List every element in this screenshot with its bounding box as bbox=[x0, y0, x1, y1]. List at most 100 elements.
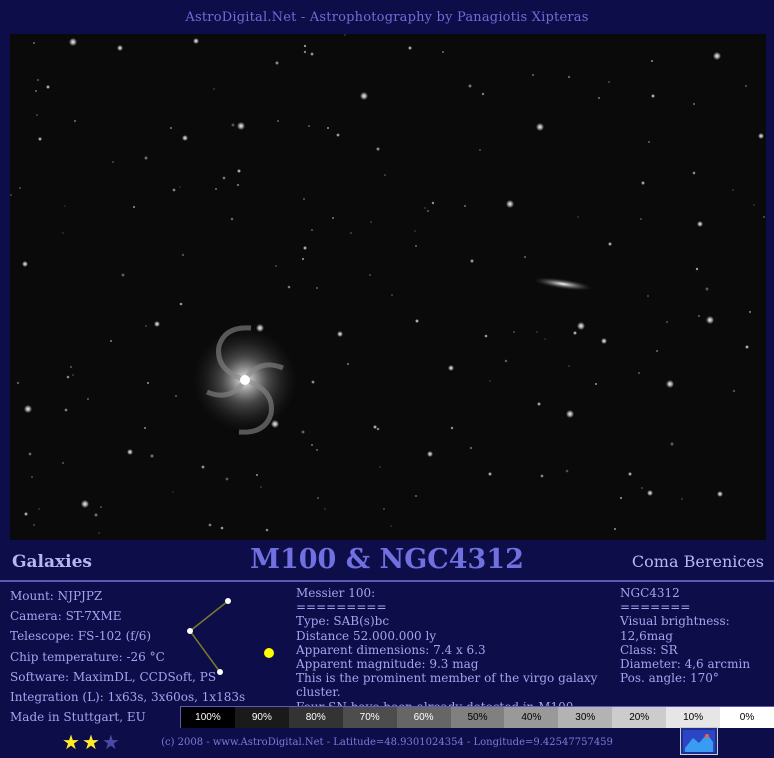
star bbox=[201, 465, 205, 469]
star bbox=[573, 331, 577, 335]
star bbox=[373, 425, 377, 429]
star bbox=[310, 228, 314, 232]
scale-cell: 80% bbox=[288, 707, 343, 728]
star bbox=[568, 365, 570, 367]
star bbox=[748, 310, 752, 314]
star bbox=[36, 114, 38, 116]
star bbox=[308, 125, 310, 127]
star bbox=[16, 381, 20, 385]
star bbox=[10, 194, 12, 196]
star bbox=[608, 242, 612, 246]
ngc-line: NGC4312 bbox=[620, 586, 680, 600]
star bbox=[327, 127, 329, 129]
star bbox=[470, 259, 474, 263]
star bbox=[46, 85, 50, 89]
star bbox=[379, 466, 381, 468]
star bbox=[301, 257, 305, 261]
star bbox=[127, 449, 133, 455]
constellation-star bbox=[217, 669, 223, 675]
astrophoto bbox=[10, 34, 766, 540]
star bbox=[376, 147, 380, 151]
star bbox=[316, 287, 318, 289]
ngc-line: Visual brightness: 12,6mag bbox=[620, 614, 730, 643]
star bbox=[324, 508, 326, 510]
star bbox=[287, 285, 291, 289]
messier-line: ========= bbox=[296, 600, 387, 615]
galaxy-ngc4312 bbox=[533, 277, 593, 291]
star bbox=[693, 103, 695, 105]
star bbox=[647, 490, 653, 496]
messier-line: Distance 52.000.000 ly bbox=[296, 628, 437, 643]
star bbox=[384, 174, 386, 176]
star bbox=[601, 338, 607, 344]
star bbox=[208, 523, 212, 527]
star bbox=[28, 452, 32, 456]
star bbox=[532, 74, 534, 76]
star bbox=[648, 141, 650, 143]
star bbox=[391, 294, 393, 296]
star bbox=[150, 454, 154, 458]
star bbox=[193, 38, 199, 44]
star bbox=[179, 302, 183, 306]
star bbox=[566, 410, 574, 418]
star bbox=[33, 42, 35, 44]
star bbox=[169, 126, 173, 130]
star bbox=[275, 61, 279, 65]
star bbox=[237, 122, 245, 130]
footer-credits: (c) 2008 - www.AstroDigital.Net - Latitu… bbox=[161, 737, 613, 748]
star bbox=[650, 59, 654, 63]
scale-cell: 70% bbox=[342, 707, 397, 728]
star bbox=[112, 161, 114, 163]
star bbox=[448, 365, 454, 371]
star bbox=[408, 46, 412, 50]
star bbox=[641, 487, 643, 489]
star bbox=[637, 371, 641, 375]
star bbox=[222, 176, 226, 180]
star bbox=[350, 232, 352, 234]
star bbox=[81, 500, 89, 508]
star bbox=[468, 84, 472, 88]
star bbox=[303, 246, 307, 250]
star bbox=[19, 187, 21, 189]
star bbox=[220, 526, 224, 530]
logo-icon bbox=[683, 730, 715, 752]
star bbox=[706, 316, 714, 324]
messier-line: Type: SAB(s)bc bbox=[296, 614, 390, 629]
star bbox=[33, 524, 35, 526]
star bbox=[732, 189, 734, 191]
star bbox=[695, 267, 699, 271]
star bbox=[697, 314, 701, 318]
star bbox=[414, 494, 418, 498]
star bbox=[174, 394, 178, 398]
star bbox=[64, 408, 68, 412]
star bbox=[37, 79, 39, 81]
star bbox=[144, 427, 146, 429]
star bbox=[484, 334, 488, 338]
star bbox=[608, 81, 610, 83]
star bbox=[317, 497, 319, 499]
star bbox=[513, 331, 515, 333]
ngc-line: Pos. angle: 170° bbox=[620, 671, 719, 686]
star bbox=[24, 512, 28, 516]
star bbox=[577, 216, 579, 218]
star bbox=[310, 52, 314, 56]
star bbox=[481, 92, 485, 96]
star bbox=[640, 218, 642, 220]
star bbox=[469, 446, 473, 450]
star bbox=[303, 198, 305, 200]
site-logo[interactable] bbox=[680, 727, 718, 755]
scale-cell: 10% bbox=[666, 707, 721, 728]
ngc-line: Diameter: 4,6 arcmin bbox=[620, 657, 751, 672]
ngc-line: Class: SR bbox=[620, 642, 678, 657]
star bbox=[506, 200, 514, 208]
star bbox=[225, 477, 229, 481]
star bbox=[504, 359, 508, 363]
star bbox=[144, 156, 148, 160]
star bbox=[670, 442, 674, 446]
brightness-scale: 100% 90% 80% 70% 60% 50% 40% 30% 20% 10% 0% bbox=[180, 706, 774, 728]
star bbox=[38, 137, 42, 141]
star bbox=[22, 261, 28, 267]
star bbox=[732, 389, 736, 393]
star bbox=[215, 188, 217, 190]
star bbox=[697, 221, 703, 227]
